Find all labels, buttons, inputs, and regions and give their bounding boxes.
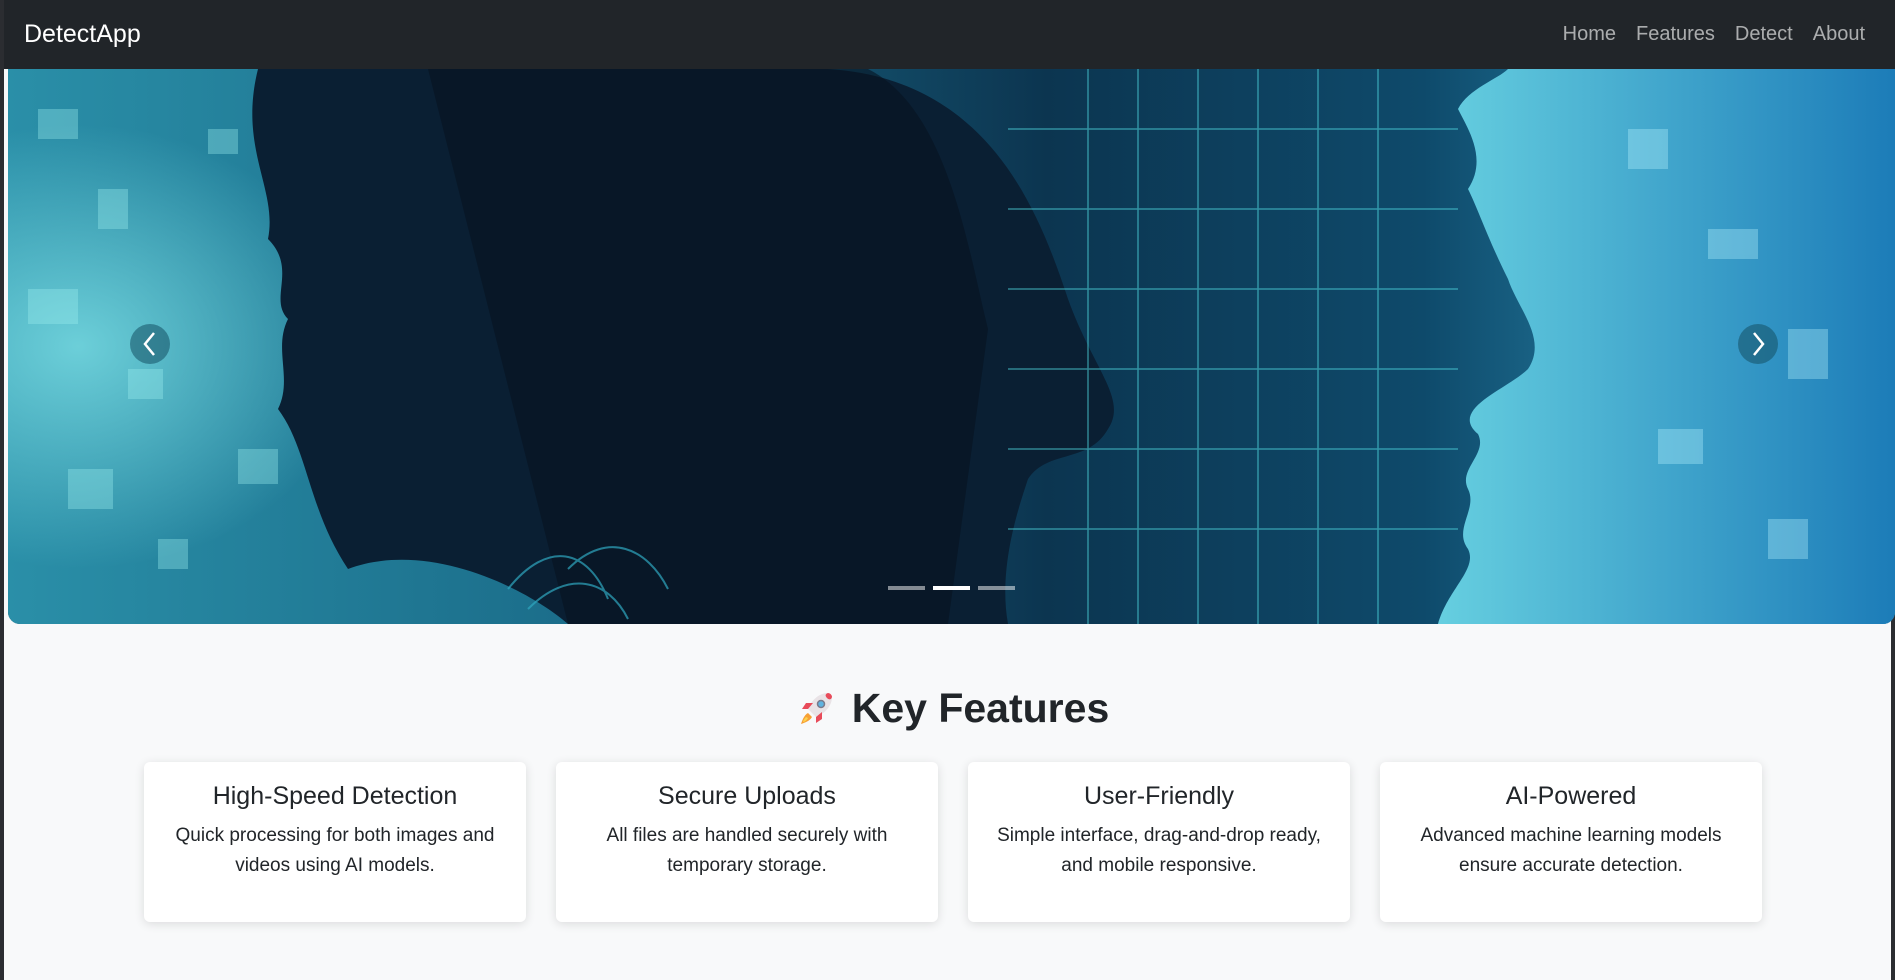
nav-link-detect[interactable]: Detect: [1725, 23, 1803, 46]
nav-link-home[interactable]: Home: [1553, 23, 1626, 46]
nav-link-about[interactable]: About: [1803, 23, 1875, 46]
nav-link-features[interactable]: Features: [1626, 23, 1725, 46]
carousel-next-button[interactable]: [1738, 324, 1778, 364]
feature-card: AI-Powered Advanced machine learning mod…: [1380, 762, 1762, 922]
carousel-prev-button[interactable]: [130, 324, 170, 364]
browser-window: DetectApp Home Features Detect About Key…: [0, 0, 1895, 980]
feature-card-text: Advanced machine learning models ensure …: [1420, 825, 1722, 876]
carousel-indicator-active[interactable]: [933, 586, 970, 590]
feature-card-title: High-Speed Detection: [212, 782, 458, 810]
feature-card-title: User-Friendly: [1083, 782, 1235, 810]
feature-card-title: AI-Powered: [1505, 782, 1637, 810]
chevron-left-icon: [143, 332, 155, 356]
features-heading: Key Features: [4, 685, 1895, 732]
feature-cards: High-Speed Detection Quick processing fo…: [144, 762, 1764, 922]
brand-logo-link[interactable]: DetectApp: [24, 20, 141, 49]
carousel-indicator[interactable]: [888, 586, 925, 590]
hero-slide-image: [8, 69, 1895, 624]
rocket-icon: [800, 692, 832, 724]
feature-card: User-Friendly Simple interface, drag-and…: [968, 762, 1350, 922]
feature-card-text: All files are handled securely with temp…: [606, 825, 888, 876]
carousel-indicator[interactable]: [978, 586, 1015, 590]
features-title-text: Key Features: [851, 685, 1110, 731]
chevron-right-icon: [1753, 332, 1765, 356]
feature-card: Secure Uploads All files are handled sec…: [556, 762, 938, 922]
feature-card-text: Simple interface, drag-and-drop ready, a…: [997, 825, 1321, 876]
hero-carousel: [8, 69, 1895, 624]
top-navbar: DetectApp Home Features Detect About: [4, 0, 1895, 69]
nav-links: Home Features Detect About: [1553, 23, 1875, 46]
feature-card-title: Secure Uploads: [658, 782, 836, 810]
feature-card: High-Speed Detection Quick processing fo…: [144, 762, 526, 922]
carousel-indicators: [8, 586, 1895, 590]
feature-card-text: Quick processing for both images and vid…: [175, 825, 495, 876]
